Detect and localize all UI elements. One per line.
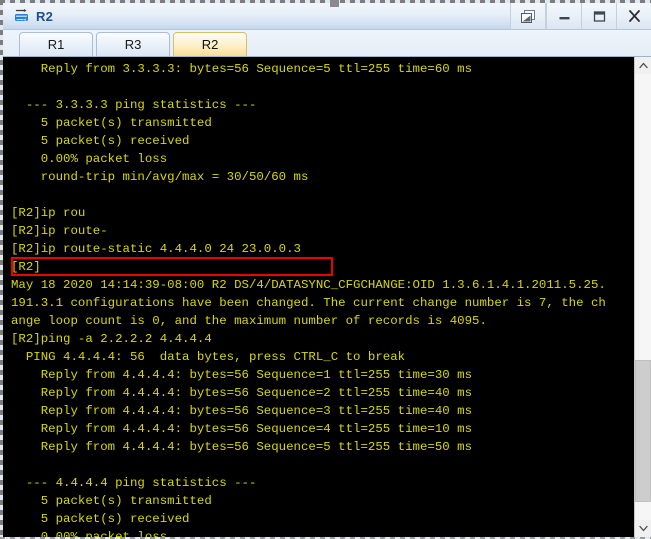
scrollbar-thumb[interactable] — [635, 360, 651, 502]
terminal-line: [R2]ip route-static 4.4.4.0 24 23.0.0.3 — [11, 242, 301, 256]
window-title: R2 — [36, 8, 54, 24]
terminal-line: [R2]ip route- — [11, 224, 108, 238]
close-button[interactable] — [616, 3, 651, 29]
terminal-line: --- 3.3.3.3 ping statistics --- — [11, 98, 257, 112]
terminal-line: ange loop count is 0, and the maximum nu… — [11, 314, 487, 328]
terminal-line: PING 4.4.4.4: 56 data bytes, press CTRL_… — [11, 350, 406, 364]
terminal-line: 0.00% packet loss — [11, 152, 168, 166]
terminal-line: [R2]ip rou — [11, 206, 86, 220]
terminal-line: Reply from 4.4.4.4: bytes=56 Sequence=1 … — [11, 368, 473, 382]
terminal-line: Reply from 4.4.4.4: bytes=56 Sequence=2 … — [11, 386, 473, 400]
minimize-button[interactable] — [546, 3, 581, 29]
terminal-output: Reply from 3.3.3.3: bytes=56 Sequence=5 … — [3, 57, 634, 537]
title-bar[interactable]: R2 — [3, 3, 651, 30]
terminal-line: 0.00% packet loss — [11, 530, 168, 537]
title-bar-left: R2 — [3, 7, 53, 25]
terminal-line: 191.3.1 configurations have been changed… — [11, 296, 606, 310]
tab-label: R2 — [201, 37, 219, 52]
tab-label: R3 — [124, 37, 142, 52]
terminal-line: [R2] — [11, 260, 41, 274]
restore-down-button[interactable] — [510, 3, 546, 29]
tab-r2[interactable]: R2 — [173, 32, 247, 56]
terminal-window: R2 R1 R3 R2 Reply from 3.3.3.3: bytes=56… — [0, 0, 651, 539]
terminal-line: --- 4.4.4.4 ping statistics --- — [11, 476, 257, 490]
terminal-scrollbar[interactable] — [634, 57, 651, 537]
terminal-line: 5 packet(s) received — [11, 134, 190, 148]
scrollbar-up-arrow[interactable] — [635, 57, 651, 74]
terminal-line: 5 packet(s) received — [11, 512, 190, 526]
tab-r1[interactable]: R1 — [19, 32, 93, 56]
terminal-line: [R2]ping -a 2.2.2.2 4.4.4.4 — [11, 332, 212, 346]
terminal-line: Reply from 4.4.4.4: bytes=56 Sequence=3 … — [11, 404, 473, 418]
window-controls — [510, 3, 651, 29]
terminal-line: round-trip min/avg/max = 30/50/60 ms — [11, 170, 309, 184]
terminal-line: Reply from 4.4.4.4: bytes=56 Sequence=4 … — [11, 422, 473, 436]
dock-handle-nub[interactable] — [330, 0, 339, 7]
terminal-line: Reply from 4.4.4.4: bytes=56 Sequence=5 … — [11, 440, 473, 454]
terminal-line: Reply from 3.3.3.3: bytes=56 Sequence=5 … — [11, 62, 473, 76]
terminal-line: May 18 2020 14:14:39-08:00 R2 DS/4/DATAS… — [11, 278, 606, 292]
terminal-console[interactable]: Reply from 3.3.3.3: bytes=56 Sequence=5 … — [3, 57, 651, 537]
tab-r3[interactable]: R3 — [96, 32, 170, 56]
maximize-button[interactable] — [581, 3, 616, 29]
tab-label: R1 — [47, 37, 65, 52]
terminal-line: 5 packet(s) transmitted — [11, 494, 212, 508]
scrollbar-down-arrow[interactable] — [635, 520, 651, 537]
scrollbar-track[interactable] — [635, 74, 651, 520]
device-tab-strip: R1 R3 R2 — [3, 30, 651, 57]
router-device-icon — [13, 7, 31, 25]
terminal-line: 5 packet(s) transmitted — [11, 116, 212, 130]
